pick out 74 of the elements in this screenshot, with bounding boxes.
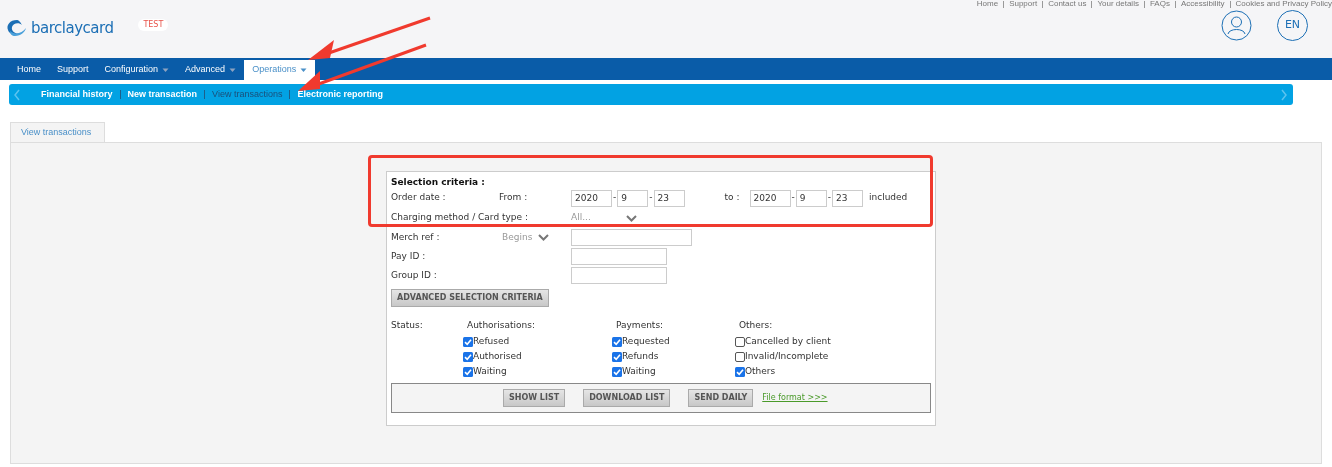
group-title: Others: xyxy=(738,319,774,332)
file-format-link[interactable]: File format >>> xyxy=(762,392,828,404)
nav-tab[interactable]: Configuration xyxy=(96,60,178,80)
checkbox[interactable] xyxy=(612,366,622,377)
card-type-select[interactable]: All... xyxy=(571,211,637,225)
checkbox[interactable] xyxy=(735,366,745,377)
field-label: Group ID : xyxy=(391,268,438,282)
top-link[interactable]: Home xyxy=(976,0,999,10)
checkbox-label: Refunds xyxy=(622,349,659,363)
nav-tab[interactable]: Home xyxy=(9,60,49,80)
sub-nav-link[interactable]: Electronic reporting xyxy=(297,87,383,102)
date-separator: - xyxy=(827,191,831,205)
field-label: From : xyxy=(499,191,529,205)
date-input[interactable]: 23 xyxy=(653,189,685,207)
group-title: Payments: xyxy=(615,319,665,332)
chevron-down-icon xyxy=(538,234,550,241)
top-link[interactable]: Support xyxy=(1009,0,1038,10)
date-input[interactable]: 2020 xyxy=(571,189,612,207)
date-input[interactable]: 23 xyxy=(832,189,863,207)
field-label: Order date : xyxy=(391,191,447,205)
logo-icon xyxy=(6,19,28,38)
date-input[interactable]: 9 xyxy=(795,189,827,207)
field-label: Pay ID : xyxy=(391,249,427,263)
field-label: Status: xyxy=(391,319,424,332)
checkbox-label: Refused xyxy=(473,334,510,348)
checkbox-label: Invalid/Incomplete xyxy=(745,349,829,363)
checkbox[interactable] xyxy=(463,366,473,377)
field-label: included xyxy=(869,191,908,205)
top-link[interactable]: FAQs xyxy=(1149,0,1170,10)
checkbox-label: Requested xyxy=(622,334,670,348)
nav-tab[interactable]: Advanced xyxy=(177,60,245,80)
action-button[interactable]: SEND DAILY xyxy=(688,389,754,407)
text-input[interactable] xyxy=(571,229,692,246)
field-label: Merch ref : xyxy=(391,230,441,244)
top-link[interactable]: Cookies and Privacy Policy xyxy=(1235,0,1332,10)
top-link[interactable]: Your details xyxy=(1097,0,1139,10)
checkbox-label: Waiting xyxy=(622,364,656,378)
date-separator: - xyxy=(649,191,653,205)
sub-nav-link[interactable]: View transactions xyxy=(212,87,283,102)
checkbox[interactable] xyxy=(463,351,473,362)
page-tab[interactable]: View transactions xyxy=(10,122,105,142)
date-separator: - xyxy=(791,191,795,205)
checkbox[interactable] xyxy=(612,351,622,362)
nav-tab[interactable]: Operations xyxy=(244,60,316,80)
date-input[interactable]: 9 xyxy=(617,189,649,207)
field-label: to : xyxy=(724,191,741,205)
checkbox-label: Others xyxy=(745,364,776,378)
action-button[interactable]: SHOW LIST xyxy=(503,389,566,407)
match-select[interactable]: Begins xyxy=(502,230,571,245)
logo-text: barclaycard xyxy=(31,18,114,39)
text-input[interactable] xyxy=(571,267,667,284)
test-badge: TEST xyxy=(138,19,169,32)
date-input[interactable]: 2020 xyxy=(749,189,791,207)
sub-nav-link[interactable]: Financial history xyxy=(41,87,113,102)
checkbox-label: Authorised xyxy=(473,349,522,363)
top-link[interactable]: Accessibility xyxy=(1180,0,1225,10)
checkbox-label: Waiting xyxy=(473,364,507,378)
checkbox[interactable] xyxy=(735,336,745,347)
user-icon[interactable] xyxy=(1221,10,1252,41)
date-separator: - xyxy=(613,191,617,205)
section-title: Selection criteria : xyxy=(391,176,486,188)
top-link[interactable]: Contact us xyxy=(1048,0,1087,10)
nav-tab[interactable]: Support xyxy=(49,60,97,80)
checkbox-label: Cancelled by client xyxy=(745,334,831,348)
chevron-down-icon xyxy=(626,214,637,222)
sub-nav-link[interactable]: New transaction xyxy=(127,87,198,102)
group-title: Authorisations: xyxy=(466,319,536,332)
advanced-criteria-button[interactable]: ADVANCED SELECTION CRITERIA xyxy=(391,289,549,307)
checkbox[interactable] xyxy=(612,336,622,347)
field-label: Charging method / Card type : xyxy=(391,211,529,225)
text-input[interactable] xyxy=(571,248,667,265)
checkbox[interactable] xyxy=(463,336,473,347)
action-button[interactable]: DOWNLOAD LIST xyxy=(583,389,671,407)
checkbox[interactable] xyxy=(735,351,745,362)
